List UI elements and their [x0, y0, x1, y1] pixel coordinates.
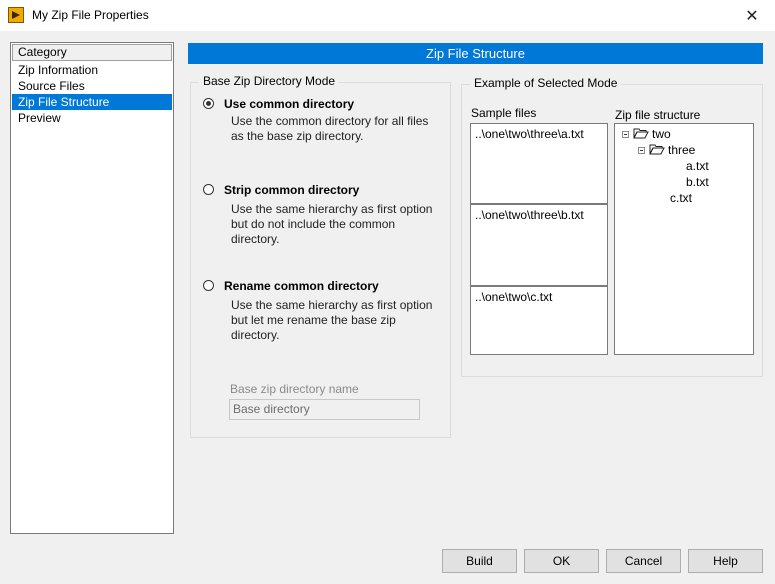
category-item-zip-file-structure[interactable]: Zip File Structure	[12, 94, 172, 110]
base-zip-directory-name-input[interactable]: Base directory	[229, 399, 420, 420]
radio-strip-common-directory[interactable]: Strip common directory Use the same hier…	[203, 183, 443, 246]
radio-label[interactable]: Rename common directory	[224, 279, 379, 293]
radio-rename-common-directory[interactable]: Rename common directory Use the same hie…	[203, 279, 443, 342]
category-list[interactable]: Category Zip Information Source Files Zi…	[10, 42, 174, 534]
tree-node-label: three	[668, 143, 696, 157]
category-header: Category	[12, 44, 172, 61]
radio-use-common-directory[interactable]: Use common directory Use the common dire…	[203, 97, 443, 147]
sample-files-label: Sample files	[471, 106, 537, 120]
close-button[interactable]: ✕	[729, 0, 775, 31]
sample-file-box-1: ..\one\two\three\a.txt	[470, 123, 608, 204]
radio-button[interactable]	[203, 184, 214, 195]
mode-group: Base Zip Directory Mode Use common direc…	[190, 74, 451, 438]
category-item-zip-information[interactable]: Zip Information	[12, 62, 172, 78]
sample-file-text: ..\one\two\three\b.txt	[475, 208, 584, 222]
title-bar: My Zip File Properties ✕	[0, 0, 775, 31]
tree-node-a-txt: a.txt	[686, 159, 709, 173]
radio-description: Use the same hierarchy as first option b…	[231, 298, 433, 342]
sample-file-box-3: ..\one\two\c.txt	[470, 286, 608, 355]
build-button[interactable]: Build	[442, 549, 517, 573]
tree-node-three: three	[638, 142, 695, 158]
radio-label[interactable]: Strip common directory	[224, 183, 359, 197]
category-item-source-files[interactable]: Source Files	[12, 78, 172, 94]
section-title: Zip File Structure	[188, 43, 763, 64]
window-title: My Zip File Properties	[32, 8, 149, 22]
open-folder-icon	[633, 127, 649, 143]
labview-app-icon	[8, 7, 24, 23]
radio-button[interactable]	[203, 280, 214, 291]
radio-description: Use the common directory for all files a…	[231, 114, 429, 143]
tree-node-b-txt: b.txt	[686, 175, 709, 189]
radio-description: Use the same hierarchy as first option b…	[231, 202, 433, 246]
radio-button[interactable]	[203, 98, 214, 109]
help-button[interactable]: Help	[688, 549, 763, 573]
collapse-toggle-icon[interactable]	[638, 147, 645, 155]
sample-file-text: ..\one\two\three\a.txt	[475, 127, 584, 141]
radio-label[interactable]: Use common directory	[224, 97, 354, 111]
tree-node-c-txt: c.txt	[670, 191, 693, 205]
open-folder-icon	[649, 143, 665, 159]
tree-node-label: two	[652, 127, 671, 141]
cancel-button[interactable]: Cancel	[606, 549, 681, 573]
close-icon: ✕	[745, 7, 759, 25]
collapse-toggle-icon[interactable]	[622, 131, 629, 139]
tree-node-two: two	[622, 126, 671, 142]
sample-file-text: ..\one\two\c.txt	[475, 290, 553, 304]
zip-file-structure-tree: two three a.txt b.txt c.txt	[614, 123, 754, 355]
mode-group-title: Base Zip Directory Mode	[199, 74, 340, 88]
ok-button[interactable]: OK	[524, 549, 599, 573]
example-group-title: Example of Selected Mode	[470, 76, 622, 90]
zip-file-structure-label: Zip file structure	[615, 108, 701, 122]
base-zip-directory-name-label: Base zip directory name	[230, 382, 359, 396]
category-item-preview[interactable]: Preview	[12, 110, 172, 126]
sample-file-box-2: ..\one\two\three\b.txt	[470, 204, 608, 286]
